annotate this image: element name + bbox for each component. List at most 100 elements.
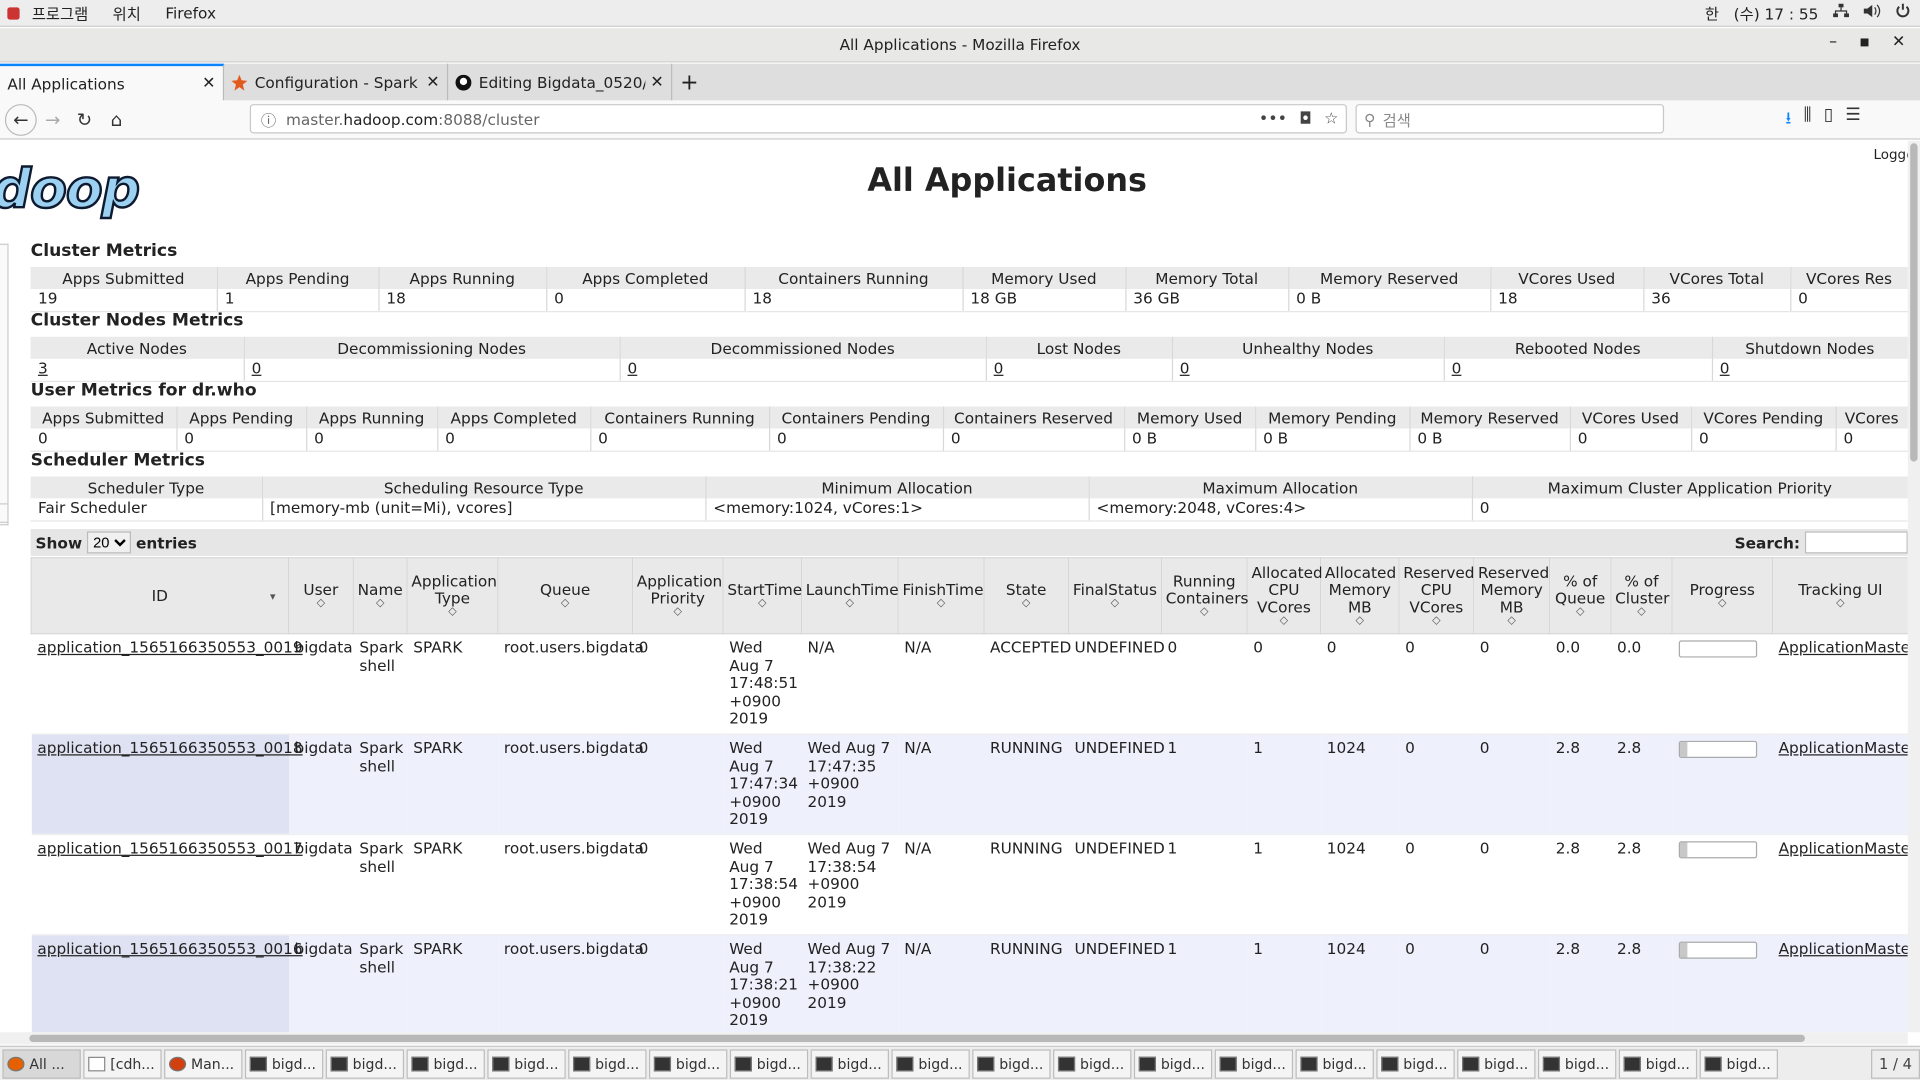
column-header[interactable]: % of Cluster ◇ [1610,557,1673,635]
tracking-ui-link[interactable]: ApplicationMaster [1772,934,1908,1033]
taskbar-item[interactable]: bigd... [487,1048,566,1079]
hadoop-logo[interactable]: doop [0,157,141,222]
column-header[interactable]: Queue ◇ [497,557,634,635]
apps-search-input[interactable] [1804,531,1908,554]
metric-value-link[interactable]: 0 [618,358,986,382]
column-header[interactable]: FinalStatus ◇ [1067,557,1163,635]
column-header[interactable]: LaunchTime ◇ [800,557,899,635]
close-tab-icon[interactable]: ✕ [650,73,663,91]
page-actions-button[interactable]: ••• [1259,110,1287,128]
tracking-ui-link[interactable]: ApplicationMaster [1772,633,1908,735]
taskbar-item[interactable]: bigd... [568,1048,647,1079]
taskbar-item[interactable]: bigd... [972,1048,1051,1079]
application-id-link[interactable]: application_1565166350553_0019 [31,633,303,735]
column-header[interactable]: Application Priority ◇ [631,557,724,635]
url-bar[interactable]: ⓘ master. hadoop.com:8088/cluster ••• ◘ ☆ [249,104,1347,134]
taskbar-item[interactable]: bigd... [1699,1048,1778,1079]
taskbar-item[interactable]: bigd... [891,1048,970,1079]
taskbar-item[interactable]: bigd... [729,1048,809,1079]
clock[interactable]: (수) 17 : 55 [1734,1,1819,24]
tab-spark-configuration[interactable]: Configuration - Spark 2.4 ✕ [224,63,449,101]
taskbar-item[interactable]: Man... [164,1048,243,1079]
back-button[interactable]: ← [4,103,37,136]
taskbar-item[interactable]: All ... [2,1048,81,1079]
sidebar-icon[interactable]: ▯ [1824,105,1833,134]
metric-value-link[interactable]: 3 [30,358,244,382]
taskbar-item[interactable]: bigd... [406,1048,485,1079]
column-header[interactable]: Reserved CPU VCores ◇ [1398,557,1475,635]
taskbar-item[interactable]: bigd... [1053,1048,1132,1079]
taskbar-item[interactable]: bigd... [244,1048,324,1079]
menu-programs[interactable]: 프로그램 [20,1,101,24]
tracking-ui-link[interactable]: ApplicationMaster [1772,734,1908,836]
column-header[interactable]: Allocated Memory MB ◇ [1320,557,1400,635]
tracking-ui-link[interactable]: ApplicationMaster [1772,834,1908,936]
vertical-scrollbar[interactable] [1907,140,1920,1033]
column-header[interactable]: State ◇ [983,557,1069,635]
maximize-button[interactable]: ▪ [1859,33,1870,51]
column-header[interactable]: Reserved Memory MB ◇ [1473,557,1551,635]
taskbar-item[interactable]: bigd... [1618,1048,1698,1079]
taskbar-item[interactable]: bigd... [648,1048,728,1079]
site-info-icon[interactable]: ⓘ [261,107,276,130]
hamburger-menu-icon[interactable]: ☰ [1845,105,1860,134]
metric-value-link[interactable]: 0 [985,358,1172,382]
vertical-scrollbar-thumb[interactable] [1910,143,1918,462]
column-header[interactable]: % of Queue ◇ [1548,557,1612,635]
taskbar-item[interactable]: [cdh... [83,1048,162,1079]
pocket-icon[interactable]: ◘ [1299,110,1312,128]
column-header[interactable]: ID ▾ [30,557,289,635]
left-nav-collapsed[interactable] [0,243,9,526]
application-id-link[interactable]: application_1565166350553_0016 [31,934,303,1033]
network-icon[interactable] [1833,3,1849,22]
taskbar-item[interactable]: bigd... [1133,1048,1213,1079]
close-window-button[interactable]: ✕ [1892,33,1905,51]
application-id-link[interactable]: application_1565166350553_0017 [31,834,303,936]
metric-value-link[interactable]: 0 [1443,358,1712,382]
horizontal-scrollbar-thumb[interactable] [29,1034,1805,1043]
column-header[interactable]: User ◇ [287,557,354,635]
downloads-icon[interactable]: ⭳ [1785,105,1791,134]
cell-state: RUNNING [983,734,1069,836]
tab-github-editing[interactable]: Editing Bigdata_0520/tem ✕ [448,63,673,101]
column-header[interactable]: Application Type ◇ [406,557,499,635]
column-header[interactable]: Tracking UI ◇ [1771,557,1908,635]
taskbar-item[interactable]: bigd... [1214,1048,1294,1079]
taskbar-item[interactable]: bigd... [325,1048,405,1079]
workspace-pager[interactable]: 1 / 4 [1871,1048,1920,1079]
home-button[interactable]: ⌂ [100,103,132,135]
taskbar-item[interactable]: bigd... [1537,1048,1617,1079]
taskbar-item[interactable]: bigd... [1457,1048,1536,1079]
forward-button[interactable]: → [37,103,69,135]
entries-per-page-select[interactable]: 20 [86,531,132,554]
taskbar-item[interactable]: bigd... [810,1048,889,1079]
volume-icon[interactable] [1863,4,1881,22]
reload-button[interactable]: ↻ [69,103,101,135]
power-icon[interactable] [1896,3,1911,22]
column-header[interactable]: FinishTime ◇ [897,557,985,635]
metric-value-link[interactable]: 0 [1171,358,1444,382]
bookmark-star-icon[interactable]: ☆ [1324,110,1338,128]
column-header[interactable]: Progress ◇ [1671,557,1774,635]
taskbar-item[interactable]: bigd... [1376,1048,1455,1079]
metric-value-link[interactable]: 0 [243,358,620,382]
column-header[interactable]: Name ◇ [352,557,408,635]
input-method-indicator[interactable]: 한 [1705,1,1719,24]
library-icon[interactable]: ⫼ [1804,105,1812,134]
search-bar[interactable]: ⚲ 검색 [1355,104,1665,134]
column-header[interactable]: Running Containers ◇ [1160,557,1249,635]
close-tab-icon[interactable]: ✕ [202,74,215,92]
horizontal-scrollbar[interactable] [0,1032,1908,1045]
application-id-link[interactable]: application_1565166350553_0018 [31,734,303,836]
column-header[interactable]: Allocated CPU VCores ◇ [1246,557,1323,635]
new-tab-button[interactable]: + [672,64,706,101]
left-nav-tools[interactable] [0,503,9,523]
close-tab-icon[interactable]: ✕ [426,73,439,91]
tab-all-applications[interactable]: All Applications ✕ [0,63,225,101]
metric-value-link[interactable]: 0 [1711,358,1908,382]
column-header[interactable]: StartTime ◇ [722,557,802,635]
menu-firefox[interactable]: Firefox [153,4,228,22]
taskbar-item[interactable]: bigd... [1295,1048,1374,1079]
minimize-button[interactable]: – [1829,33,1837,51]
menu-places[interactable]: 위치 [100,1,153,24]
